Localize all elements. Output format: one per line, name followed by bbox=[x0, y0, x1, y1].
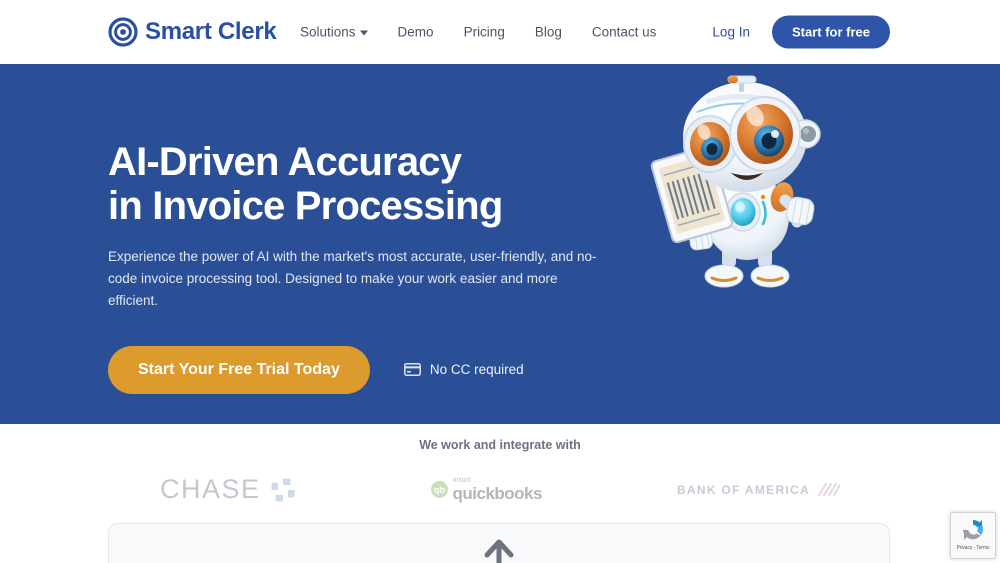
nav-item-contact-us[interactable]: Contact us bbox=[592, 25, 657, 40]
chevron-down-icon bbox=[359, 30, 368, 36]
integrations-title: We work and integrate with bbox=[419, 438, 581, 452]
hero-copy: AI-Driven Accuracy in Invoice Processing… bbox=[108, 140, 628, 394]
hero-title-line-1: AI-Driven Accuracy bbox=[108, 140, 462, 184]
nav-item-label: Solutions bbox=[300, 24, 356, 40]
brand-logo[interactable]: Smart Clerk bbox=[108, 17, 277, 47]
log-in-link[interactable]: Log In bbox=[712, 25, 750, 40]
hero-title: AI-Driven Accuracy in Invoice Processing bbox=[108, 140, 628, 228]
nav-item-blog[interactable]: Blog bbox=[535, 25, 562, 40]
no-cc-required-note: No CC required bbox=[403, 362, 524, 378]
credit-card-icon bbox=[403, 363, 421, 377]
start-free-trial-button[interactable]: Start Your Free Trial Today bbox=[108, 345, 370, 394]
hero-cta-row: Start Your Free Trial Today No CC requir… bbox=[108, 345, 628, 394]
svg-text:qb: qb bbox=[434, 485, 445, 495]
integration-logo-bank-of-america: BANK OF AMERICA bbox=[677, 481, 840, 498]
bank-of-america-flag-icon bbox=[817, 482, 840, 497]
upload-card[interactable] bbox=[108, 523, 890, 563]
quickbooks-wordmark: quickbooks bbox=[452, 484, 543, 503]
start-for-free-button[interactable]: Start for free bbox=[771, 15, 890, 49]
integrations-section: We work and integrate with CHASE qb intu… bbox=[0, 424, 1000, 524]
intuit-wordmark: intuit bbox=[452, 477, 471, 484]
integration-logo-chase: CHASE bbox=[160, 474, 296, 505]
upload-arrow-icon bbox=[484, 539, 514, 563]
integration-logos: CHASE qb intuit quickbooks BANK OF AMERI… bbox=[0, 474, 1000, 505]
robot-mascot-illustration bbox=[650, 75, 821, 288]
site-header: Smart Clerk Solutions Demo Pricing Blog … bbox=[0, 0, 1000, 64]
chase-logo-icon bbox=[271, 478, 295, 501]
recaptcha-badge[interactable]: Privacy - Terms bbox=[950, 512, 996, 559]
landing-page: Smart Clerk Solutions Demo Pricing Blog … bbox=[0, 0, 1000, 563]
integration-logo-quickbooks: qb intuit quickbooks bbox=[430, 477, 543, 503]
quickbooks-logo-icon: qb bbox=[430, 481, 448, 498]
nav-item-pricing[interactable]: Pricing bbox=[464, 25, 505, 40]
hero-subtitle: Experience the power of AI with the mark… bbox=[108, 249, 597, 308]
nav-item-demo[interactable]: Demo bbox=[398, 25, 434, 40]
hero-section: AI-Driven Accuracy in Invoice Processing… bbox=[0, 64, 1000, 424]
bank-of-america-wordmark: BANK OF AMERICA bbox=[676, 482, 810, 497]
no-cc-label: No CC required bbox=[429, 362, 524, 378]
hero-title-line-2: in Invoice Processing bbox=[108, 184, 503, 228]
main-navigation: Solutions Demo Pricing Blog Contact us bbox=[300, 25, 656, 40]
recaptcha-privacy-terms-label[interactable]: Privacy - Terms bbox=[957, 545, 990, 551]
recaptcha-icon bbox=[963, 520, 983, 540]
brand-name: Smart Clerk bbox=[145, 18, 277, 45]
chase-wordmark: CHASE bbox=[160, 474, 261, 504]
header-actions: Log In Start for free bbox=[712, 15, 890, 49]
nav-item-solutions[interactable]: Solutions bbox=[300, 25, 368, 40]
bullseye-target-icon bbox=[108, 17, 138, 47]
